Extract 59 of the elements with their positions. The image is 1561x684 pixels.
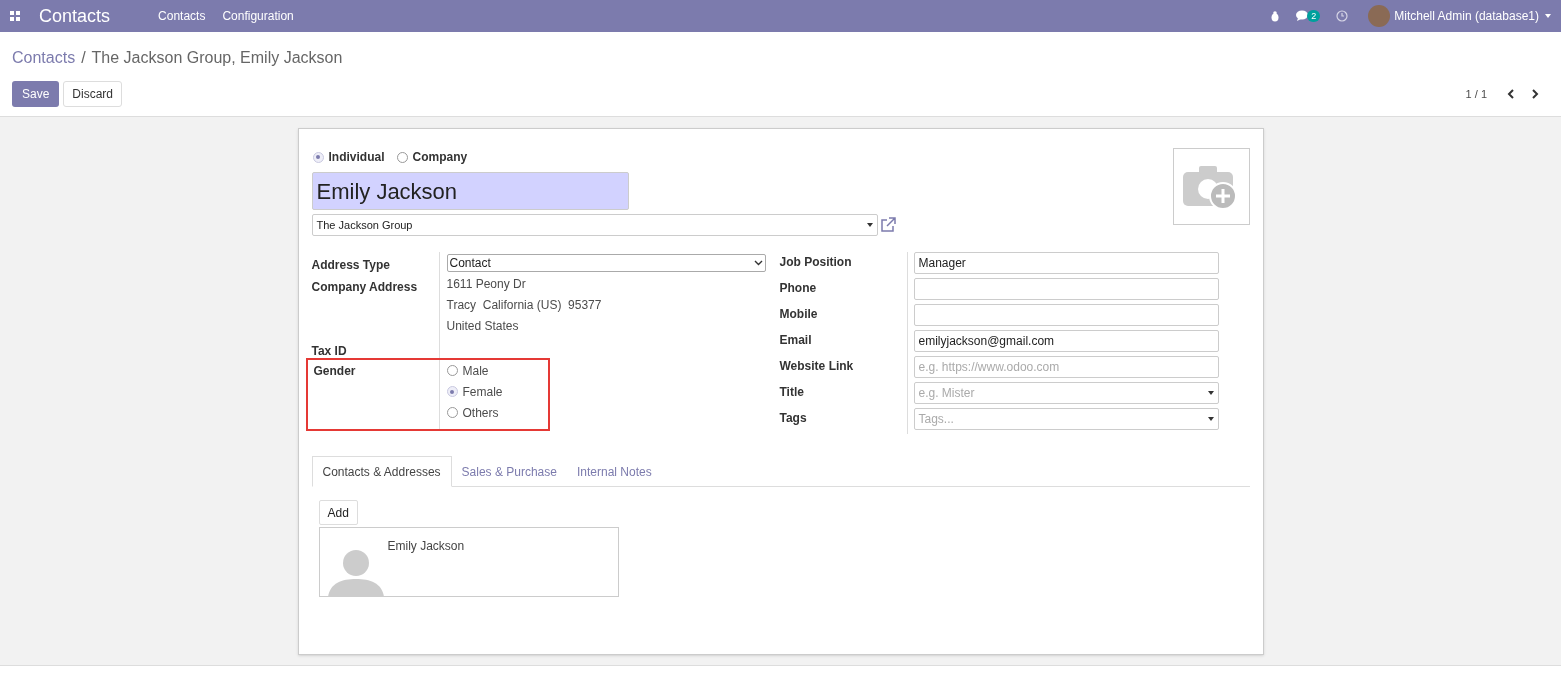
chevron-down-icon [753,260,763,266]
caret-icon [1207,391,1214,395]
input-field[interactable]: Manager [913,252,1219,274]
tab[interactable]: Internal Notes [566,456,662,487]
pager-counter: 1 / 1 [1465,86,1487,102]
radio-label[interactable]: Company [412,148,468,166]
person-silhouette-icon [327,549,384,597]
radio-label[interactable]: Individual [328,148,385,166]
caret-icon [1207,417,1214,421]
contact-card[interactable]: Emily Jackson [318,527,619,597]
caret-icon [866,223,873,227]
company-field[interactable]: The Jackson Group [311,214,878,236]
radio-label[interactable]: Others [462,403,499,422]
caret-icon [1545,14,1551,18]
field-label: Tax ID [311,343,348,358]
address-type-select[interactable]: Contact [446,254,766,272]
field-label: Company Address [311,279,419,296]
app-title[interactable]: Contacts [39,2,111,30]
field-label: Mobile [779,306,819,323]
clock-icon[interactable] [1336,10,1349,22]
field-label: Title [779,384,805,401]
add-button[interactable]: Add [318,500,358,525]
external-link-icon[interactable] [879,217,896,233]
address-line: 1611 Peony Dr [446,276,527,293]
input-field[interactable] [913,304,1219,326]
radio-button[interactable] [396,151,408,163]
field-label: Gender [313,363,357,380]
discard-button[interactable]: Discard [63,81,123,107]
field-label: Tags [779,410,808,427]
apps-menu-icon[interactable] [10,11,20,21]
input-field[interactable] [913,278,1219,300]
field-label: Website Link [779,358,855,375]
address-line: Tracy California (US) 95377 [446,297,603,314]
radio-button[interactable] [446,386,458,397]
radio-label[interactable]: Male [462,361,489,380]
field-label: Job Position [779,254,853,271]
field-label: Address Type [311,257,391,274]
field-label: Email [779,332,813,349]
breadcrumb-link[interactable]: Contacts [12,46,76,70]
tab[interactable]: Contacts & Addresses [311,456,452,487]
navbar-menu-item[interactable]: Contacts [158,7,206,25]
contact-name: Emily Jackson [387,538,465,555]
address-line: United States [446,318,520,335]
field-label: Phone [779,280,818,297]
message-count-badge: 2 [1307,10,1321,22]
radio-label[interactable]: Female [462,382,503,401]
tab[interactable]: Sales & Purchase [451,456,567,487]
user-name[interactable]: Mitchell Admin (database1) [1394,7,1539,25]
radio-button[interactable] [446,407,458,418]
navbar-menu-item[interactable]: Configuration [222,7,294,25]
next-icon[interactable] [1531,89,1539,99]
name-field[interactable]: Emily Jackson [311,172,629,210]
breadcrumb-separator: / [81,48,86,68]
save-button[interactable]: Save [12,81,60,107]
breadcrumb-current: The Jackson Group, Emily Jackson [91,48,343,68]
radio-button[interactable] [312,151,324,163]
previous-icon[interactable] [1507,89,1515,99]
radio-button[interactable] [446,365,458,376]
input-field[interactable]: emilyjackson@gmail.com [913,330,1219,352]
